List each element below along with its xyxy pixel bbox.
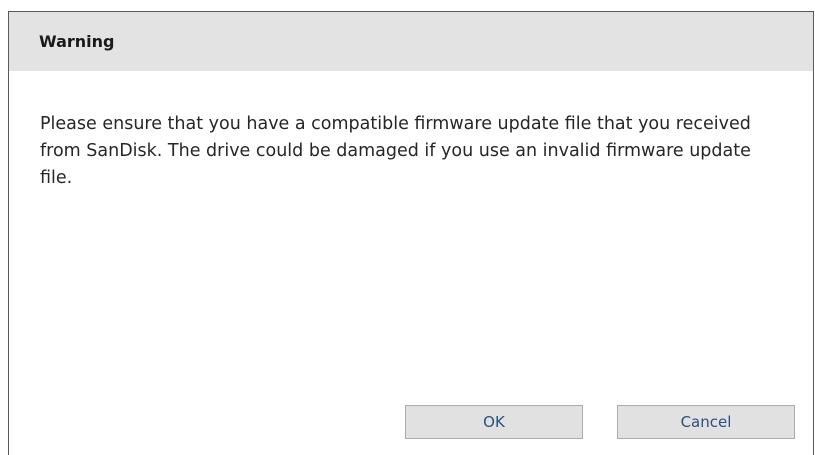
ok-button[interactable]: OK bbox=[405, 405, 583, 439]
dialog-message: Please ensure that you have a compatible… bbox=[40, 114, 751, 188]
dialog-title: Warning bbox=[39, 32, 115, 51]
dialog-titlebar: Warning bbox=[9, 12, 813, 71]
cancel-button[interactable]: Cancel bbox=[617, 405, 795, 439]
warning-dialog: Warning Please ensure that you have a co… bbox=[8, 11, 814, 455]
